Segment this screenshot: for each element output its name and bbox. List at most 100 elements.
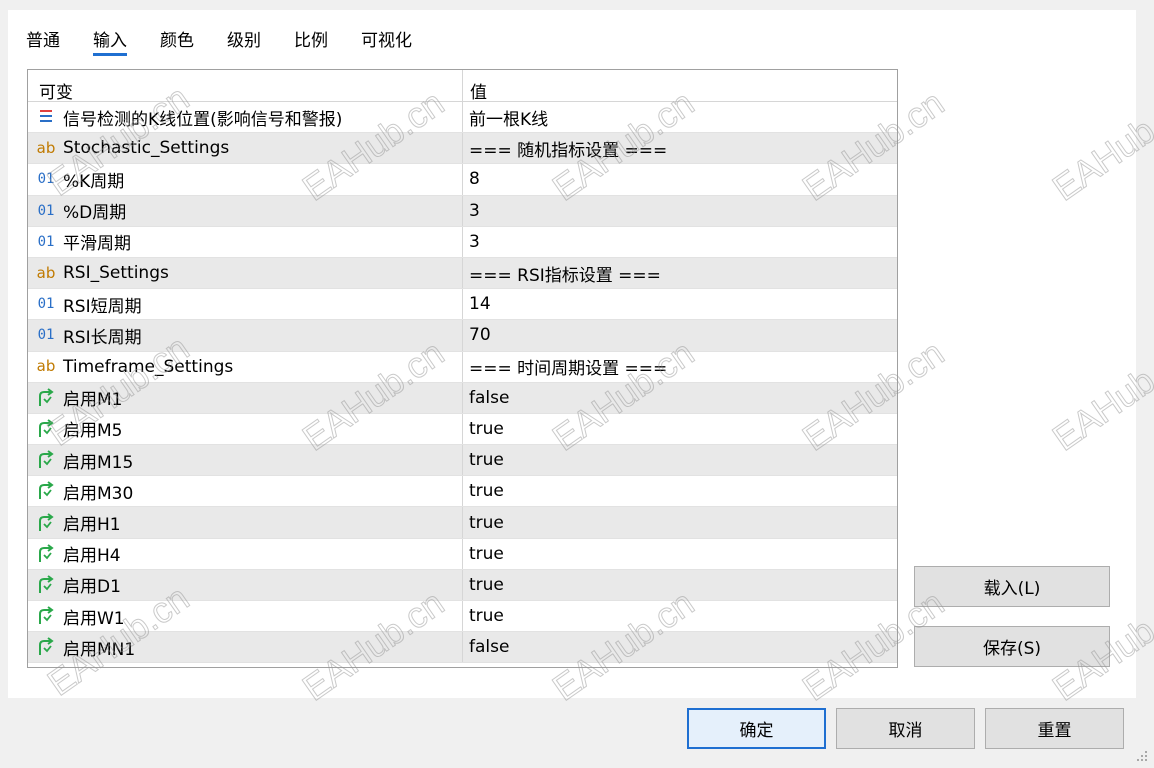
integer-01-icon: 01	[37, 171, 55, 188]
tab-bar: 普通 输入 颜色 级别 比例 可视化	[26, 18, 445, 58]
parameter-name: 启用MN1	[63, 639, 136, 660]
table-row[interactable]: 01 RSI长周期 70	[28, 320, 897, 352]
parameter-value[interactable]: 3	[463, 201, 897, 221]
parameter-value[interactable]: true	[463, 513, 897, 533]
parameter-name: 启用H4	[63, 546, 121, 567]
parameter-name: 启用M5	[63, 421, 123, 442]
parameter-name: RSI长周期	[63, 327, 142, 348]
integer-01-icon: 01	[37, 202, 55, 219]
table-row[interactable]: 启用W1 true	[28, 601, 897, 633]
table-row[interactable]: ab RSI_Settings === RSI指标设置 ===	[28, 257, 897, 290]
parameter-name: 信号检测的K线位置(影响信号和警报)	[63, 109, 343, 130]
parameter-value[interactable]: false	[463, 637, 897, 657]
parameter-name-cell: 启用M30	[28, 476, 463, 507]
table-row[interactable]: 启用M5 true	[28, 413, 897, 446]
parameter-name: 启用M30	[63, 483, 134, 504]
parameter-value[interactable]: 前一根K线	[463, 105, 897, 130]
boolean-arrow-icon	[34, 512, 58, 533]
parameter-name: 启用W1	[63, 608, 125, 629]
parameter-name-cell: 启用H1	[28, 507, 463, 538]
parameter-name-cell: 启用M5	[28, 413, 463, 445]
table-row[interactable]: 启用M1 false	[28, 382, 897, 414]
parameter-name: %D周期	[63, 203, 127, 224]
parameter-name: Timeframe_Settings	[63, 356, 234, 377]
parameter-name-cell: 01 %D周期	[28, 195, 463, 226]
boolean-arrow-icon	[34, 450, 58, 470]
integer-01-icon: 01	[37, 296, 55, 313]
tab-1[interactable]: 输入	[93, 18, 127, 56]
parameter-value[interactable]: true	[463, 544, 897, 564]
parameter-name: RSI_Settings	[63, 263, 169, 284]
grid-body: 信号检测的K线位置(影响信号和警报) 前一根K线 ab Stochastic_Sett…	[28, 102, 897, 664]
table-row[interactable]: 启用M15 true	[28, 445, 897, 477]
table-row[interactable]: ab Stochastic_Settings === 随机指标设置 ===	[28, 133, 897, 165]
parameter-name: RSI短周期	[63, 296, 142, 317]
parameter-name: 平滑周期	[63, 234, 131, 255]
tab-5[interactable]: 可视化	[361, 18, 412, 51]
tab-0[interactable]: 普通	[26, 18, 60, 51]
save-button[interactable]: 保存(S)	[914, 626, 1110, 667]
parameter-value[interactable]: === 时间周期设置 ===	[463, 354, 897, 379]
parameter-value[interactable]: === 随机指标设置 ===	[463, 136, 897, 161]
parameter-value[interactable]: 8	[463, 169, 897, 189]
parameter-name-cell: 01 %K周期	[28, 164, 463, 195]
parameter-name-cell: 信号检测的K线位置(影响信号和警报)	[28, 102, 463, 133]
table-row[interactable]: 启用H4 true	[28, 538, 897, 570]
parameter-name-cell: ab Timeframe_Settings	[28, 351, 463, 382]
parameter-value[interactable]: === RSI指标设置 ===	[463, 261, 897, 286]
text-ab-icon: ab	[36, 138, 56, 157]
parameter-name-cell: 启用MN1	[28, 632, 463, 663]
parameter-name: %K周期	[63, 171, 125, 192]
boolean-arrow-icon	[34, 575, 58, 595]
text-ab-icon: ab	[36, 357, 56, 376]
parameter-value[interactable]: true	[463, 450, 897, 470]
resize-grip-icon[interactable]	[1136, 750, 1148, 762]
parameter-value[interactable]: 70	[463, 325, 897, 345]
table-row[interactable]: 01 RSI短周期 14	[28, 289, 897, 321]
ok-button[interactable]: 确定	[687, 708, 826, 749]
table-row[interactable]: 启用D1 true	[28, 569, 897, 601]
parameter-name: 启用H1	[63, 515, 121, 536]
boolean-arrow-icon	[34, 481, 58, 501]
text-ab-icon: ab	[36, 263, 56, 282]
parameter-name-cell: 启用M15	[28, 445, 463, 476]
tab-4[interactable]: 比例	[294, 18, 328, 51]
parameter-value[interactable]: 3	[463, 232, 897, 252]
integer-01-icon: 01	[37, 233, 55, 250]
table-row[interactable]: 01 %D周期 3	[28, 195, 897, 227]
tab-3[interactable]: 级别	[227, 18, 261, 51]
table-row[interactable]: ab Timeframe_Settings === 时间周期设置 ===	[28, 351, 897, 383]
table-row[interactable]: 启用M30 true	[28, 476, 897, 508]
column-header-value[interactable]: 值	[463, 70, 897, 103]
cancel-button[interactable]: 取消	[836, 708, 975, 749]
tab-2[interactable]: 颜色	[160, 18, 194, 51]
parameter-value[interactable]: false	[463, 388, 897, 408]
table-row[interactable]: 01 %K周期 8	[28, 164, 897, 196]
column-header-variable[interactable]: 可变	[28, 70, 463, 103]
boolean-arrow-icon	[34, 637, 58, 657]
parameter-name-cell: 01 RSI短周期	[28, 289, 463, 320]
parameter-name: 启用D1	[63, 577, 121, 598]
load-button[interactable]: 载入(L)	[914, 566, 1110, 607]
boolean-arrow-icon	[34, 606, 58, 626]
parameter-value[interactable]: 14	[463, 294, 897, 314]
table-row[interactable]: 信号检测的K线位置(影响信号和警报) 前一根K线	[28, 102, 897, 134]
parameter-name-cell: ab RSI_Settings	[28, 257, 463, 289]
parameter-value[interactable]: true	[463, 606, 897, 626]
list-icon	[34, 108, 58, 126]
table-row[interactable]: 启用MN1 false	[28, 632, 897, 664]
parameter-value[interactable]: true	[463, 575, 897, 595]
parameter-value[interactable]: true	[463, 481, 897, 501]
reset-button[interactable]: 重置	[985, 708, 1124, 749]
table-row[interactable]: 启用H1 true	[28, 507, 897, 539]
parameter-value[interactable]: true	[463, 419, 897, 439]
table-row[interactable]: 01 平滑周期 3	[28, 226, 897, 258]
parameter-name-cell: 01 RSI长周期	[28, 320, 463, 351]
parameter-name-cell: 启用D1	[28, 569, 463, 600]
integer-01-icon: 01	[37, 327, 55, 344]
parameter-name-cell: 启用M1	[28, 382, 463, 413]
parameter-name-cell: ab Stochastic_Settings	[28, 133, 463, 164]
grid-header: 可变 值	[28, 70, 897, 103]
inputs-grid: 可变 值 信号检测的K线位置(影响信号和警报) 前一根K线 ab Stochastic…	[27, 69, 898, 668]
parameter-name: 启用M1	[63, 390, 123, 411]
